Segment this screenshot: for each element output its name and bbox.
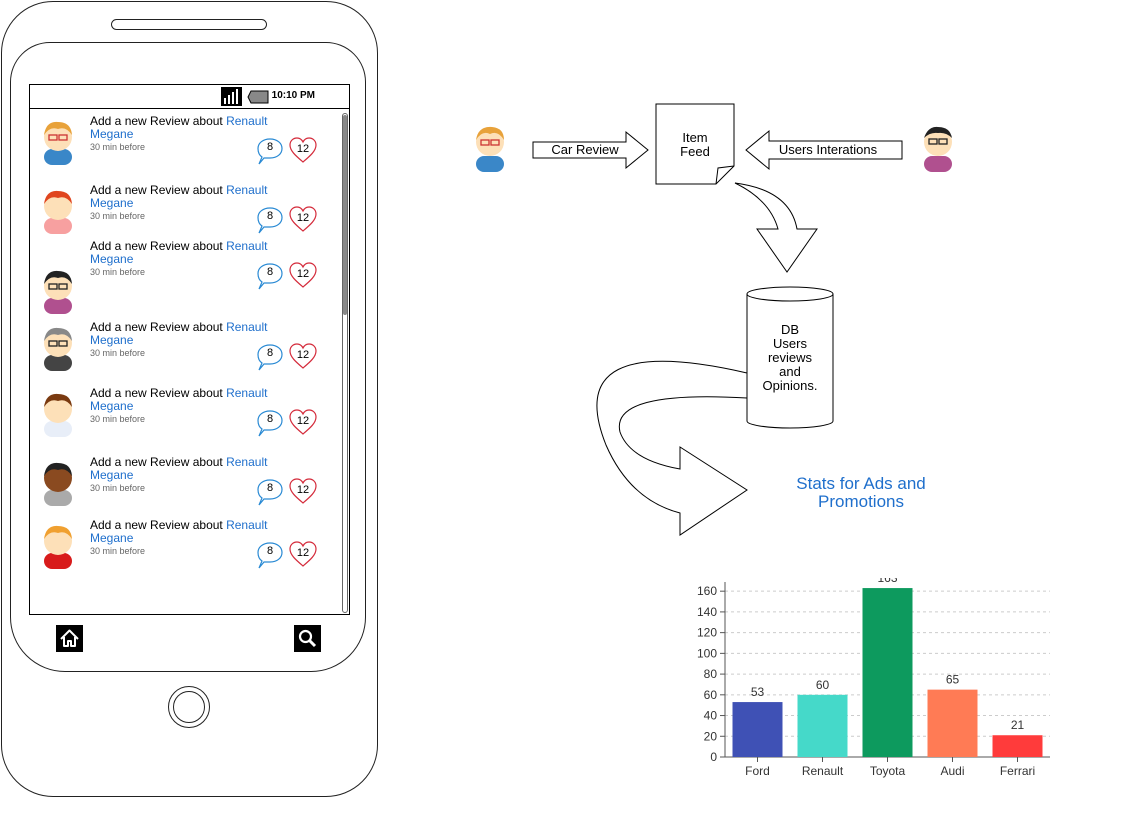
stats-title-line2: Promotions bbox=[818, 492, 904, 511]
chart-y-tick-label: 60 bbox=[704, 688, 718, 702]
db-to-stats-arrow bbox=[596, 360, 748, 536]
stats-title: Stats for Ads and Promotions bbox=[771, 475, 951, 511]
chart-y-tick-label: 40 bbox=[704, 709, 718, 723]
brand-bar-chart: 0 20 40 60 80 100 120 140 160 53 Ford 60 Renault 163 T… bbox=[697, 578, 1050, 778]
interacting-user-avatar bbox=[924, 126, 952, 172]
database-label-line: and bbox=[779, 364, 801, 379]
chart-bar bbox=[862, 588, 913, 757]
stats-title-line1: Stats for Ads and bbox=[796, 474, 926, 493]
item-feed-label-line1: Item bbox=[682, 130, 707, 145]
chart-data-label: 21 bbox=[1011, 718, 1025, 732]
chart-bar bbox=[732, 702, 783, 757]
database-label-line: DB bbox=[781, 322, 799, 337]
chart-data-label: 163 bbox=[877, 578, 897, 585]
database-label-line: Opinions. bbox=[763, 378, 818, 393]
chart-y-tick-label: 0 bbox=[710, 750, 717, 764]
chart-bar bbox=[797, 694, 848, 757]
chart-y-tick-label: 120 bbox=[697, 626, 717, 640]
chart-data-label: 65 bbox=[946, 673, 960, 687]
chart-bar bbox=[927, 689, 978, 757]
chart-y-tick-label: 80 bbox=[704, 667, 718, 681]
feed-to-db-arrow bbox=[734, 182, 818, 273]
chart-bar bbox=[992, 735, 1043, 757]
chart-y-tick-label: 160 bbox=[697, 584, 717, 598]
chart-x-tick-label: Audi bbox=[940, 764, 964, 778]
chart-data-label: 60 bbox=[816, 678, 830, 692]
chart-y-tick-label: 20 bbox=[704, 729, 718, 743]
chart-y-tick-label: 140 bbox=[697, 605, 717, 619]
chart-data-label: 53 bbox=[751, 685, 765, 699]
users-interactions-label: Users Interations bbox=[779, 142, 878, 157]
chart-y-tick-label: 100 bbox=[697, 646, 717, 660]
reviewer-avatar bbox=[476, 126, 504, 172]
database-label-line: Users bbox=[773, 336, 807, 351]
item-feed-label-line2: Feed bbox=[680, 144, 710, 159]
chart-x-tick-label: Toyota bbox=[870, 764, 906, 778]
chart-x-tick-label: Ferrari bbox=[1000, 764, 1035, 778]
chart-x-tick-label: Ford bbox=[745, 764, 770, 778]
database-label-line: reviews bbox=[768, 350, 813, 365]
chart-x-tick-label: Renault bbox=[802, 764, 844, 778]
car-review-label: Car Review bbox=[551, 142, 619, 157]
